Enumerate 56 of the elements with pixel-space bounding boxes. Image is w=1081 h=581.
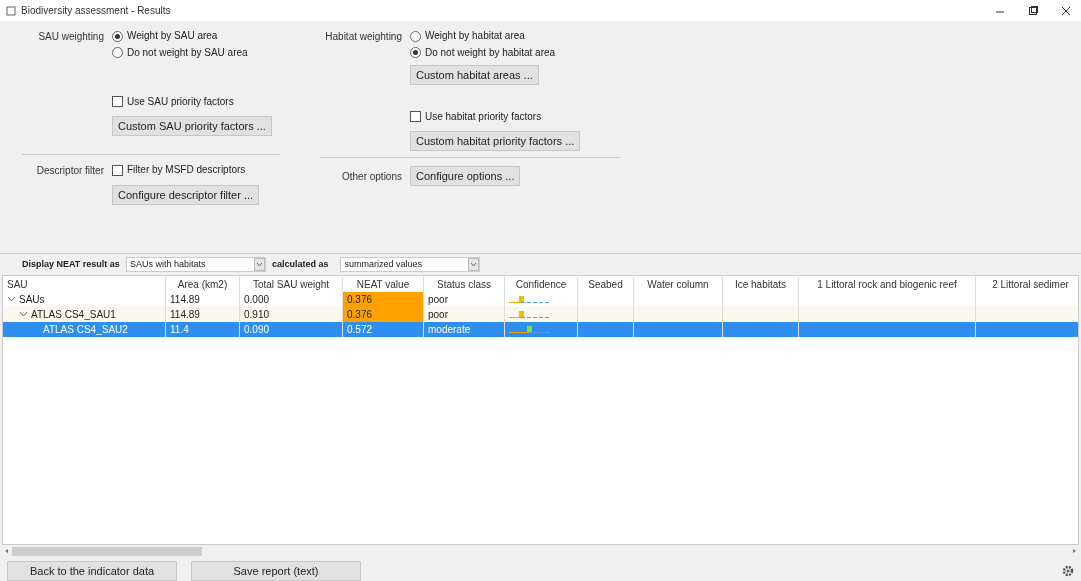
display-label: Display NEAT result as (22, 257, 120, 271)
column-header[interactable]: Water column (634, 276, 723, 292)
custom-priority-button[interactable]: Custom SAU priority factors ... (112, 116, 272, 136)
dropdown[interactable]: SAUs with habitats (125, 257, 266, 272)
table-cell: 11.4 (166, 322, 240, 337)
dropdown[interactable]: summarized values (340, 257, 481, 272)
dropdown-value: SAUs with habitats (129, 257, 206, 271)
custom-priority-button[interactable]: Custom habitat priority factors ... (410, 131, 581, 151)
confidence-icon (509, 295, 549, 304)
section-label: Other options (340, 169, 403, 184)
section-label: SAU weighting (37, 30, 105, 44)
column-header[interactable]: Ice habitats (723, 276, 799, 292)
expander-icon[interactable] (19, 310, 28, 319)
window-title: Biodiversity assessment - Results (21, 4, 171, 18)
tree-label: ATLAS CS4_SAU2 (43, 323, 128, 337)
table-row[interactable]: ATLAS CS4_SAU1 114.89 0.910 0.376 poor (3, 307, 1078, 322)
column-header[interactable]: 2 Littoral sedimer (976, 276, 1078, 292)
custom-areas-button[interactable]: Custom habitat areas ... (410, 64, 539, 85)
tree-label: ATLAS CS4_SAU1 (31, 308, 116, 322)
table-cell: 0.376 (343, 292, 424, 307)
confidence-icon (509, 325, 549, 334)
section-label: Habitat weighting (324, 30, 403, 44)
settings-icon[interactable] (1062, 565, 1074, 577)
column-header[interactable]: Area (km2) (166, 276, 240, 292)
configure-options-button[interactable]: Configure options ... (410, 166, 521, 186)
app-icon (6, 5, 16, 16)
table-cell: 0.376 (343, 307, 424, 322)
configure-filter-button[interactable]: Configure descriptor filter ... (112, 184, 260, 205)
action-button[interactable]: Save report (text) (191, 561, 361, 581)
column-header[interactable]: Status class (424, 276, 505, 292)
checkbox-option[interactable]: Use habitat priority factors (410, 109, 581, 124)
column-header[interactable]: NEAT value (343, 276, 424, 292)
table-cell: 0.572 (343, 322, 424, 337)
confidence-icon (509, 310, 549, 319)
expander-icon[interactable] (7, 295, 16, 304)
dropdown-value: summarized values (344, 257, 422, 271)
checkbox-option[interactable]: Use SAU priority factors (112, 94, 272, 109)
radio-option[interactable]: Do not weight by habitat area (410, 45, 581, 60)
table-cell: moderate (424, 322, 505, 337)
close-icon[interactable] (1061, 5, 1071, 16)
column-header[interactable]: Seabed (578, 276, 634, 292)
scrollbar-thumb[interactable] (12, 546, 202, 556)
radio-option[interactable]: Do not weight by SAU area (112, 45, 272, 60)
column-header[interactable]: 1 Littoral rock and biogenic reef (799, 276, 976, 292)
section-label: Descriptor filter (35, 164, 105, 178)
radio-option[interactable]: Weight by habitat area (410, 29, 581, 43)
column-header[interactable]: Total SAU weight (240, 276, 343, 292)
action-button[interactable]: Back to the indicator data (7, 561, 177, 581)
radio-option[interactable]: Weight by SAU area (112, 29, 272, 43)
checkbox-option[interactable]: Filter by MSFD descriptors (112, 163, 260, 177)
column-header[interactable]: SAU (3, 276, 166, 292)
column-header[interactable]: Confidence (505, 276, 578, 292)
calculated-label: calculated as (271, 257, 329, 271)
table-cell: 0.090 (240, 322, 343, 337)
tree-label: SAUs (19, 293, 45, 307)
restore-icon[interactable] (1028, 5, 1038, 16)
